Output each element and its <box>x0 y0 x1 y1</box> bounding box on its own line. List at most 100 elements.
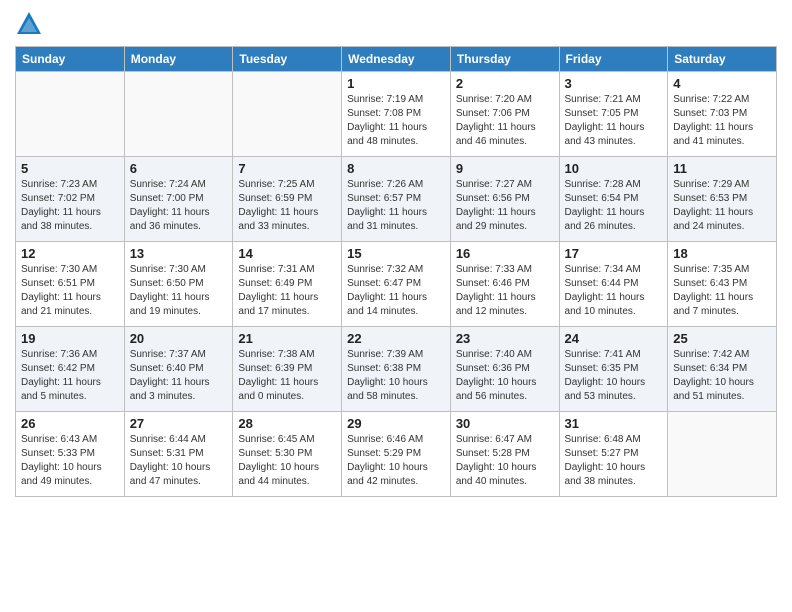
day-cell-10: 10 Sunrise: 7:28 AM Sunset: 6:54 PM Dayli… <box>559 157 668 242</box>
header <box>15 10 777 38</box>
day-info: Sunrise: 7:30 AM Sunset: 6:50 PM Dayligh… <box>130 263 228 319</box>
day-info: Sunrise: 7:20 AM Sunset: 7:06 PM Dayligh… <box>456 93 554 149</box>
week-row-5: 26Sunrise: 6:43 AM Sunset: 5:33 PM Dayli… <box>16 412 777 497</box>
day-number: 20 <box>130 331 228 346</box>
logo-icon <box>15 10 43 38</box>
day-cell-1: 1 Sunrise: 7:19 AM Sunset: 7:08 PM Daylig… <box>342 72 451 157</box>
day-cell-5: 5 Sunrise: 7:23 AM Sunset: 7:02 PM Daylig… <box>16 157 125 242</box>
week-row-4: 19 Sunrise: 7:36 AM Sunset: 6:42 PM Dayli… <box>16 327 777 412</box>
day-info: Sunrise: 7:35 AM Sunset: 6:43 PM Dayligh… <box>673 263 771 319</box>
day-cell-30: 30 Sunrise: 6:47 AM Sunset: 5:28 PM Dayli… <box>450 412 559 497</box>
day-info: Sunrise: 7:32 AM Sunset: 6:47 PM Dayligh… <box>347 263 445 319</box>
day-header-friday: Friday <box>559 47 668 72</box>
day-header-thursday: Thursday <box>450 47 559 72</box>
day-info: Sunrise: 7:36 AM Sunset: 6:42 PM Dayligh… <box>21 348 119 404</box>
day-number: 5 <box>21 161 119 176</box>
week-row-3: 12 Sunrise: 7:30 AM Sunset: 6:51 PM Dayli… <box>16 242 777 327</box>
day-cell-20: 20 Sunrise: 7:37 AM Sunset: 6:40 PM Dayli… <box>124 327 233 412</box>
day-cell-29: 29 Sunrise: 6:46 AM Sunset: 5:29 PM Dayli… <box>342 412 451 497</box>
day-info: Sunrise: 6:43 AM Sunset: 5:33 PM Dayligh… <box>21 433 119 489</box>
page: SundayMondayTuesdayWednesdayThursdayFrid… <box>0 0 792 612</box>
day-info: Sunrise: 6:45 AM Sunset: 5:30 PM Dayligh… <box>238 433 336 489</box>
day-number: 7 <box>238 161 336 176</box>
day-number: 12 <box>21 246 119 261</box>
day-info: Sunrise: 7:41 AM Sunset: 6:35 PM Dayligh… <box>565 348 663 404</box>
day-number: 8 <box>347 161 445 176</box>
day-cell-25: 25 Sunrise: 7:42 AM Sunset: 6:34 PM Dayli… <box>668 327 777 412</box>
day-info: Sunrise: 7:34 AM Sunset: 6:44 PM Dayligh… <box>565 263 663 319</box>
day-info: Sunrise: 7:31 AM Sunset: 6:49 PM Dayligh… <box>238 263 336 319</box>
day-cell-6: 6 Sunrise: 7:24 AM Sunset: 7:00 PM Daylig… <box>124 157 233 242</box>
day-number: 9 <box>456 161 554 176</box>
day-cell-17: 17 Sunrise: 7:34 AM Sunset: 6:44 PM Dayli… <box>559 242 668 327</box>
day-info: Sunrise: 7:37 AM Sunset: 6:40 PM Dayligh… <box>130 348 228 404</box>
day-cell-8: 8 Sunrise: 7:26 AM Sunset: 6:57 PM Daylig… <box>342 157 451 242</box>
day-info: Sunrise: 7:25 AM Sunset: 6:59 PM Dayligh… <box>238 178 336 234</box>
day-header-wednesday: Wednesday <box>342 47 451 72</box>
day-info: Sunrise: 7:21 AM Sunset: 7:05 PM Dayligh… <box>565 93 663 149</box>
calendar: SundayMondayTuesdayWednesdayThursdayFrid… <box>15 46 777 497</box>
day-cell-12: 12 Sunrise: 7:30 AM Sunset: 6:51 PM Dayli… <box>16 242 125 327</box>
day-number: 29 <box>347 416 445 431</box>
day-cell-31: 31 Sunrise: 6:48 AM Sunset: 5:27 PM Dayli… <box>559 412 668 497</box>
day-info: Sunrise: 6:47 AM Sunset: 5:28 PM Dayligh… <box>456 433 554 489</box>
day-cell-18: 18Sunrise: 7:35 AM Sunset: 6:43 PM Dayli… <box>668 242 777 327</box>
day-cell-13: 13Sunrise: 7:30 AM Sunset: 6:50 PM Dayli… <box>124 242 233 327</box>
day-number: 22 <box>347 331 445 346</box>
day-cell-24: 24Sunrise: 7:41 AM Sunset: 6:35 PM Dayli… <box>559 327 668 412</box>
day-cell-16: 16Sunrise: 7:33 AM Sunset: 6:46 PM Dayli… <box>450 242 559 327</box>
day-cell-19: 19 Sunrise: 7:36 AM Sunset: 6:42 PM Dayli… <box>16 327 125 412</box>
day-info: Sunrise: 7:27 AM Sunset: 6:56 PM Dayligh… <box>456 178 554 234</box>
day-number: 21 <box>238 331 336 346</box>
day-info: Sunrise: 7:23 AM Sunset: 7:02 PM Dayligh… <box>21 178 119 234</box>
calendar-header-row: SundayMondayTuesdayWednesdayThursdayFrid… <box>16 47 777 72</box>
day-number: 3 <box>565 76 663 91</box>
day-number: 2 <box>456 76 554 91</box>
week-row-2: 5 Sunrise: 7:23 AM Sunset: 7:02 PM Daylig… <box>16 157 777 242</box>
day-number: 19 <box>21 331 119 346</box>
day-number: 27 <box>130 416 228 431</box>
day-cell-26: 26Sunrise: 6:43 AM Sunset: 5:33 PM Dayli… <box>16 412 125 497</box>
day-info: Sunrise: 7:26 AM Sunset: 6:57 PM Dayligh… <box>347 178 445 234</box>
day-info: Sunrise: 6:48 AM Sunset: 5:27 PM Dayligh… <box>565 433 663 489</box>
day-number: 14 <box>238 246 336 261</box>
day-number: 23 <box>456 331 554 346</box>
day-number: 4 <box>673 76 771 91</box>
empty-cell <box>668 412 777 497</box>
day-number: 17 <box>565 246 663 261</box>
day-info: Sunrise: 7:42 AM Sunset: 6:34 PM Dayligh… <box>673 348 771 404</box>
day-number: 15 <box>347 246 445 261</box>
day-cell-2: 2 Sunrise: 7:20 AM Sunset: 7:06 PM Daylig… <box>450 72 559 157</box>
day-info: Sunrise: 6:44 AM Sunset: 5:31 PM Dayligh… <box>130 433 228 489</box>
day-number: 28 <box>238 416 336 431</box>
day-info: Sunrise: 6:46 AM Sunset: 5:29 PM Dayligh… <box>347 433 445 489</box>
day-info: Sunrise: 7:39 AM Sunset: 6:38 PM Dayligh… <box>347 348 445 404</box>
day-number: 31 <box>565 416 663 431</box>
day-cell-28: 28 Sunrise: 6:45 AM Sunset: 5:30 PM Dayli… <box>233 412 342 497</box>
day-number: 10 <box>565 161 663 176</box>
day-header-monday: Monday <box>124 47 233 72</box>
day-info: Sunrise: 7:28 AM Sunset: 6:54 PM Dayligh… <box>565 178 663 234</box>
day-cell-21: 21 Sunrise: 7:38 AM Sunset: 6:39 PM Dayli… <box>233 327 342 412</box>
day-header-sunday: Sunday <box>16 47 125 72</box>
day-number: 30 <box>456 416 554 431</box>
day-cell-11: 11 Sunrise: 7:29 AM Sunset: 6:53 PM Dayli… <box>668 157 777 242</box>
day-cell-7: 7 Sunrise: 7:25 AM Sunset: 6:59 PM Daylig… <box>233 157 342 242</box>
day-info: Sunrise: 7:24 AM Sunset: 7:00 PM Dayligh… <box>130 178 228 234</box>
day-info: Sunrise: 7:29 AM Sunset: 6:53 PM Dayligh… <box>673 178 771 234</box>
day-cell-3: 3 Sunrise: 7:21 AM Sunset: 7:05 PM Daylig… <box>559 72 668 157</box>
logo <box>15 10 47 38</box>
day-info: Sunrise: 7:30 AM Sunset: 6:51 PM Dayligh… <box>21 263 119 319</box>
day-cell-23: 23Sunrise: 7:40 AM Sunset: 6:36 PM Dayli… <box>450 327 559 412</box>
day-info: Sunrise: 7:38 AM Sunset: 6:39 PM Dayligh… <box>238 348 336 404</box>
day-number: 25 <box>673 331 771 346</box>
day-number: 6 <box>130 161 228 176</box>
day-header-tuesday: Tuesday <box>233 47 342 72</box>
day-cell-9: 9 Sunrise: 7:27 AM Sunset: 6:56 PM Daylig… <box>450 157 559 242</box>
week-row-1: 1 Sunrise: 7:19 AM Sunset: 7:08 PM Daylig… <box>16 72 777 157</box>
empty-cell <box>124 72 233 157</box>
day-number: 11 <box>673 161 771 176</box>
day-number: 1 <box>347 76 445 91</box>
day-header-saturday: Saturday <box>668 47 777 72</box>
day-info: Sunrise: 7:19 AM Sunset: 7:08 PM Dayligh… <box>347 93 445 149</box>
